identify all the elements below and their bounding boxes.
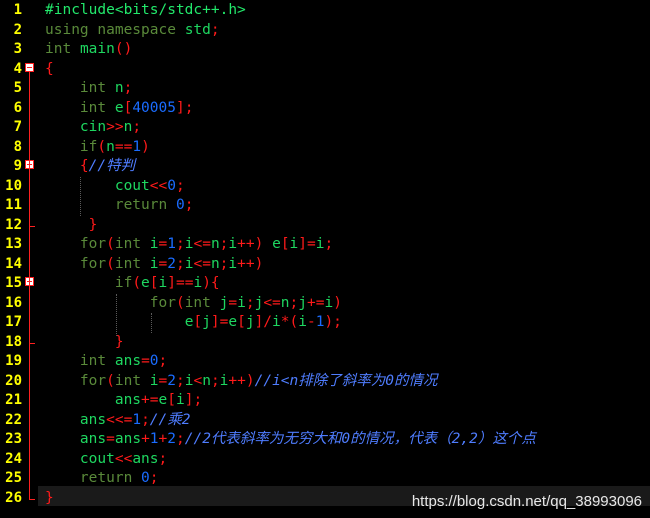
code-line[interactable]: 8 if(n==1)	[0, 138, 650, 158]
code-text: }	[88, 216, 98, 233]
code-line[interactable]: 23 ans=ans+1+2;//2代表斜率为无穷大和0的情况，代表（2,2）这…	[0, 430, 650, 450]
fold-end-tick	[29, 343, 35, 344]
line-number: 7	[13, 119, 22, 135]
code-text: cin>>n;	[79, 119, 142, 135]
code-line[interactable]: 5 int n;	[0, 79, 650, 99]
code-line[interactable]: 7 cin>>n;	[0, 118, 650, 138]
line-number: 12	[5, 216, 22, 233]
code-line[interactable]: 16 for(int j=i;j<=n;j+=i)	[0, 294, 650, 314]
code-text: cout<<0;	[114, 177, 185, 194]
code-line[interactable]: 2 using namespace std;	[0, 21, 650, 41]
line-number: 2	[13, 21, 22, 38]
line-number: 11	[5, 197, 22, 213]
code-line[interactable]: 19 int ans=0;	[0, 352, 650, 372]
code-line[interactable]: 15 if(e[i]==i){	[0, 274, 650, 294]
line-number: 18	[5, 333, 22, 350]
line-number: 3	[13, 41, 22, 57]
line-number: 14	[5, 255, 22, 272]
code-editor[interactable]: 1 #include<bits/stdc++.h> 2 using namespace…	[0, 0, 650, 518]
line-number: 24	[5, 450, 22, 467]
code-text: int e[40005];	[79, 99, 194, 116]
line-number: 16	[5, 294, 22, 311]
code-text: {//特判	[79, 158, 136, 174]
line-number: 9	[13, 158, 22, 174]
code-line[interactable]: 18 }	[0, 333, 650, 353]
line-number: 13	[5, 236, 22, 252]
line-number: 20	[5, 372, 22, 389]
code-text: {	[45, 60, 54, 77]
line-number: 25	[5, 470, 22, 486]
line-number: 1	[13, 2, 22, 18]
line-number: 5	[13, 80, 22, 96]
line-number: 26	[5, 489, 22, 506]
code-text: ans<<=1;//乘2	[79, 411, 191, 428]
code-line[interactable]: 9 {//特判	[0, 157, 650, 177]
code-line[interactable]: 24 cout<<ans;	[0, 450, 650, 470]
line-number: 15	[5, 275, 22, 291]
code-text: for(int j=i;j<=n;j+=i)	[149, 294, 342, 311]
code-text: for(int i=2;i<n;i++)//i<n排除了斜率为0的情况	[79, 372, 438, 389]
code-line[interactable]: 25 return 0;	[0, 469, 650, 489]
code-line[interactable]: 6 int e[40005];	[0, 99, 650, 119]
code-line[interactable]: 4{	[0, 60, 650, 80]
code-text: int n;	[79, 80, 133, 96]
code-text: ans+=e[i];	[114, 392, 203, 408]
line-number: 19	[5, 353, 22, 369]
code-line[interactable]: 13 for(int i=1;i<=n;i++) e[i]=i;	[0, 235, 650, 255]
line-number: 4	[13, 60, 22, 77]
code-text: for(int i=2;i<=n;i++)	[79, 255, 264, 272]
line-number: 21	[5, 392, 22, 408]
watermark: https://blog.csdn.net/qq_38993096	[411, 493, 642, 510]
fold-end-tick	[29, 499, 35, 500]
code-text: using namespace std;	[45, 21, 220, 38]
line-number: 6	[13, 99, 22, 116]
code-line[interactable]: 14 for(int i=2;i<=n;i++)	[0, 255, 650, 275]
code-text: int ans=0;	[79, 353, 168, 369]
code-line[interactable]: 10 cout<<0;	[0, 177, 650, 197]
code-text: ans=ans+1+2;//2代表斜率为无穷大和0的情况，代表（2,2）这个点	[79, 431, 536, 447]
code-text: }	[114, 333, 124, 350]
code-line[interactable]: 3 int main()	[0, 40, 650, 60]
code-text: if(n==1)	[79, 138, 150, 155]
code-text: if(e[i]==i){	[114, 275, 220, 291]
code-text: for(int i=1;i<=n;i++) e[i]=i;	[79, 236, 334, 252]
code-line[interactable]: 21 ans+=e[i];	[0, 391, 650, 411]
code-text: #include<bits/stdc++.h>	[45, 2, 246, 18]
code-line[interactable]: 11 return 0;	[0, 196, 650, 216]
fold-end-tick	[29, 226, 35, 227]
code-text: int main()	[45, 41, 133, 57]
line-number: 17	[5, 314, 22, 330]
code-text: return 0;	[114, 197, 194, 213]
fold-collapse-icon[interactable]	[25, 63, 34, 72]
code-line[interactable]: 22 ans<<=1;//乘2	[0, 411, 650, 431]
code-text: cout<<ans;	[79, 450, 168, 467]
indent-guide	[116, 294, 118, 336]
code-line[interactable]: 20 for(int i=2;i<n;i++)//i<n排除了斜率为0的情况	[0, 372, 650, 392]
line-number: 10	[5, 177, 22, 194]
code-text: e[j]=e[j]/i*(i-1);	[184, 314, 342, 330]
line-number: 22	[5, 411, 22, 428]
code-line[interactable]: 17 e[j]=e[j]/i*(i-1);	[0, 313, 650, 333]
code-line[interactable]: 1 #include<bits/stdc++.h>	[0, 1, 650, 21]
code-text: return 0;	[79, 470, 159, 486]
fold-line	[29, 72, 30, 500]
indent-guide	[80, 177, 82, 216]
code-text: }	[45, 489, 54, 506]
line-number: 23	[5, 431, 22, 447]
line-number: 8	[13, 138, 22, 155]
indent-guide	[151, 313, 153, 333]
code-line[interactable]: 12 }	[0, 216, 650, 236]
